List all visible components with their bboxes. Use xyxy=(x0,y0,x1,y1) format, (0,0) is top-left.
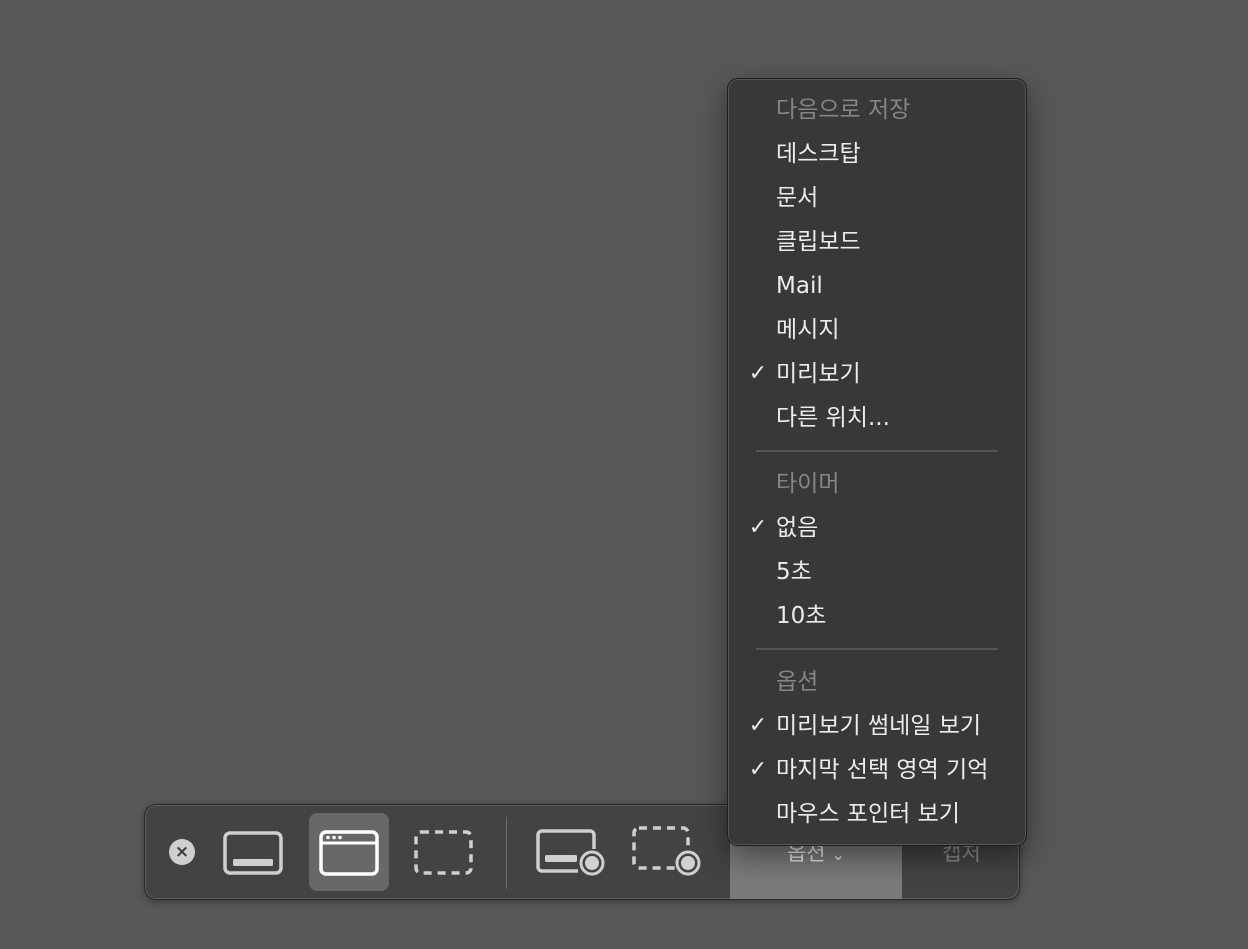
menu-header-timer: 타이머 xyxy=(776,471,840,497)
menu-item-label: 문서 xyxy=(776,185,819,211)
menu-item-label: 마지막 선택 영역 기억 xyxy=(776,757,989,783)
menu-item-label: 메시지 xyxy=(776,317,840,343)
desktop-background: × 옵션 ⌄ 캡처 다음으로 저장 데스크탑 문서 클립보드 Mail 메시지 … xyxy=(0,0,1248,949)
menu-item-label: 없음 xyxy=(776,515,819,541)
menu-item-messages[interactable]: 메시지 xyxy=(728,308,1026,352)
menu-item-timer-10s[interactable]: 10초 xyxy=(728,594,1026,638)
menu-item-preview[interactable]: ✓ 미리보기 xyxy=(728,352,1026,396)
chevron-down-icon: ⌄ xyxy=(831,845,846,864)
record-selected-portion-button[interactable] xyxy=(625,813,705,891)
window-icon xyxy=(319,830,379,876)
menu-item-desktop[interactable]: 데스크탑 xyxy=(728,132,1026,176)
dashed-rect-icon xyxy=(414,830,473,875)
menu-item-documents[interactable]: 문서 xyxy=(728,176,1026,220)
menu-item-label: 다른 위치... xyxy=(776,405,890,431)
menu-item-label: 마우스 포인터 보기 xyxy=(776,801,960,827)
menu-item-label: 미리보기 썸네일 보기 xyxy=(776,713,982,739)
menu-item-label: 미리보기 xyxy=(776,361,861,387)
menu-header-options: 옵션 xyxy=(776,669,819,695)
menu-item-label: 데스크탑 xyxy=(776,141,861,167)
capture-selected-portion-button[interactable] xyxy=(403,813,483,891)
menu-item-remember-last-selection[interactable]: ✓ 마지막 선택 영역 기억 xyxy=(728,748,1026,792)
checkmark-icon: ✓ xyxy=(748,361,768,386)
menu-item-show-floating-thumbnail[interactable]: ✓ 미리보기 썸네일 보기 xyxy=(728,704,1026,748)
menu-header-save-to: 다음으로 저장 xyxy=(776,97,911,123)
dashed-rect-record-icon xyxy=(632,826,701,876)
menu-item-timer-none[interactable]: ✓ 없음 xyxy=(728,506,1026,550)
checkmark-icon: ✓ xyxy=(748,713,768,738)
capture-selected-window-button[interactable] xyxy=(309,813,389,891)
menu-item-other-location[interactable]: 다른 위치... xyxy=(728,396,1026,440)
close-icon[interactable]: × xyxy=(169,839,195,865)
menu-separator xyxy=(756,648,998,650)
menu-item-label: 클립보드 xyxy=(776,229,861,255)
menu-item-mail[interactable]: Mail xyxy=(728,264,1026,308)
menu-item-clipboard[interactable]: 클립보드 xyxy=(728,220,1026,264)
checkmark-icon: ✓ xyxy=(748,515,768,540)
menu-item-label: 10초 xyxy=(776,603,827,629)
checkmark-icon: ✓ xyxy=(748,757,768,782)
menu-item-timer-5s[interactable]: 5초 xyxy=(728,550,1026,594)
menu-separator xyxy=(756,450,998,452)
menu-item-show-mouse-pointer[interactable]: 마우스 포인터 보기 xyxy=(728,792,1026,836)
screen-record-icon xyxy=(536,829,605,876)
capture-entire-screen-button[interactable] xyxy=(213,813,293,891)
screen-icon xyxy=(223,831,283,875)
toolbar-divider xyxy=(506,817,507,889)
menu-item-label: 5초 xyxy=(776,559,812,585)
options-menu: 다음으로 저장 데스크탑 문서 클립보드 Mail 메시지 ✓ 미리보기 다른 … xyxy=(727,78,1027,846)
menu-item-label: Mail xyxy=(776,273,823,299)
record-entire-screen-button[interactable] xyxy=(530,813,610,891)
